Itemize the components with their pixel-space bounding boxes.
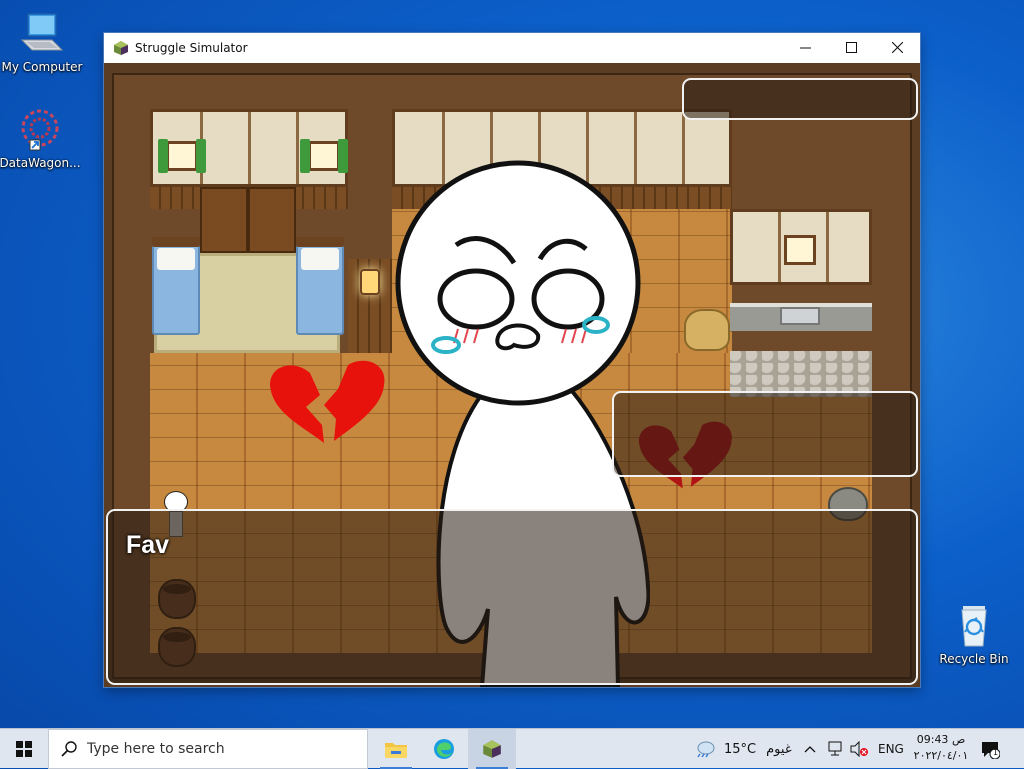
wardrobe	[200, 187, 248, 253]
broken-heart-icon	[270, 360, 385, 443]
speaker-name: Fav	[126, 531, 170, 559]
bedroom-window-left	[166, 141, 198, 171]
clock-date: ٢٠٢٢/٠٤/٠١	[913, 749, 969, 762]
bed-left	[152, 237, 200, 335]
desktop-icon-datawagon[interactable]: DataWagon...	[0, 106, 82, 170]
weather-cloud-icon	[697, 741, 715, 758]
curtain	[196, 139, 206, 173]
window-titlebar[interactable]: Struggle Simulator	[104, 33, 920, 62]
chevron-up-icon	[804, 746, 816, 753]
windows-logo-icon	[16, 741, 32, 757]
network-icon	[828, 741, 842, 756]
side-window	[612, 391, 918, 477]
start-button[interactable]	[0, 729, 48, 769]
bed-right	[296, 237, 344, 335]
app-icon	[114, 40, 128, 55]
volume-button[interactable]	[850, 729, 870, 769]
grain-sack	[684, 309, 730, 351]
folder-icon	[385, 743, 407, 758]
desktop-icon-label: Recycle Bin	[939, 652, 1009, 666]
dresser	[248, 187, 296, 253]
taskbar-clock[interactable]: 09:43 ص ٢٠٢٢/٠٤/٠١	[904, 732, 978, 764]
desktop-icon-my-computer[interactable]: My Computer	[0, 10, 84, 74]
language-indicator: ENG	[878, 742, 904, 756]
curtain	[158, 139, 168, 173]
taskbar-edge[interactable]	[420, 729, 468, 769]
window-title: Struggle Simulator	[135, 40, 248, 55]
game-app-icon	[483, 740, 501, 758]
weather-temp: 15°C	[724, 741, 757, 757]
wall-lamp	[360, 269, 380, 295]
notification-count: 1	[993, 748, 999, 757]
edge-browser-icon	[434, 739, 454, 759]
maximize-icon	[845, 42, 857, 53]
show-hidden-icons-button[interactable]	[804, 729, 816, 769]
volume-muted-icon	[850, 741, 868, 757]
recycle-bin-icon	[950, 602, 998, 650]
game-window: Struggle Simulator Fav	[104, 33, 920, 687]
desktop-icon-recycle-bin[interactable]: Recycle Bin	[932, 602, 1016, 666]
desktop-icon-label: DataWagon...	[0, 156, 81, 170]
game-viewport[interactable]: Fav	[104, 63, 920, 687]
minimize-icon	[799, 47, 811, 49]
message-window[interactable]: Fav	[106, 509, 918, 685]
curtain	[300, 139, 310, 173]
bedroom-window-right	[308, 141, 340, 171]
close-icon	[891, 42, 903, 53]
search-placeholder: Type here to search	[87, 741, 225, 757]
taskbar-struggle-simulator[interactable]	[468, 729, 516, 769]
clock-time: 09:43 ص	[916, 733, 966, 746]
input-language[interactable]: ENG	[878, 729, 904, 769]
top-right-window	[682, 78, 918, 120]
maximize-button[interactable]	[828, 33, 874, 62]
taskbar-search-box[interactable]: Type here to search	[48, 729, 368, 769]
minimize-button[interactable]	[782, 33, 828, 62]
datawagon-icon	[16, 106, 64, 154]
notification-center-button[interactable]: 1	[980, 729, 1000, 769]
search-icon	[61, 741, 77, 757]
taskbar: Type here to search 15°C غيوم ENG 09:43 …	[0, 728, 1024, 769]
computer-icon	[18, 10, 66, 58]
sink	[780, 307, 820, 325]
taskbar-file-explorer[interactable]	[372, 729, 420, 769]
close-button[interactable]	[874, 33, 920, 62]
kitchen-window	[784, 235, 816, 265]
weather-widget[interactable]: 15°C غيوم	[694, 729, 792, 769]
desktop-icon-label: My Computer	[1, 60, 83, 74]
network-button[interactable]	[826, 729, 844, 769]
weather-condition: غيوم	[766, 741, 792, 757]
curtain	[338, 139, 348, 173]
